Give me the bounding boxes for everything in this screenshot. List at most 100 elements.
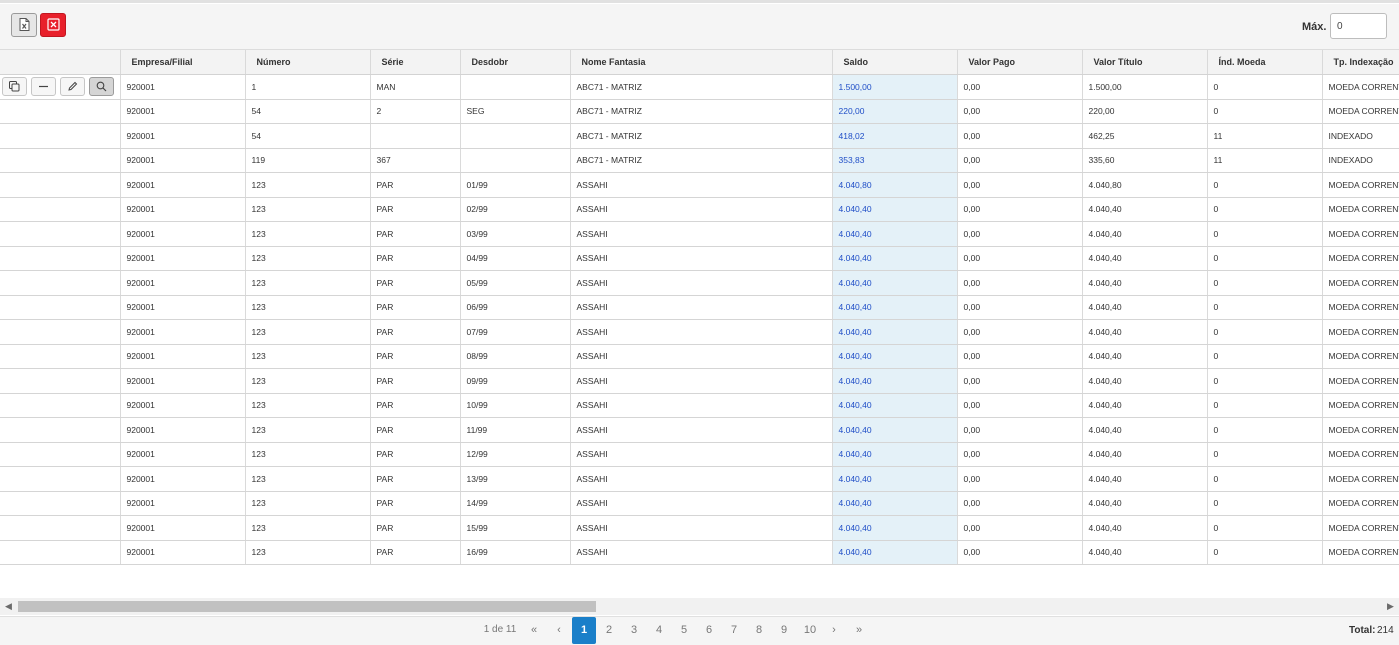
search-icon bbox=[96, 81, 107, 92]
page-button-2[interactable]: 2 bbox=[600, 617, 618, 643]
scroll-right-icon[interactable]: ▶ bbox=[1387, 601, 1394, 612]
row-actions-cell bbox=[0, 74, 121, 100]
cell-serie: PAR bbox=[370, 172, 461, 198]
cell-desdobr: 13/99 bbox=[460, 466, 571, 492]
table-row[interactable]: 920001 123 PAR 07/99 ASSAHI 4.040,40 0,00 4.040… bbox=[0, 319, 1399, 345]
cell-nome-fantasia: ASSAHI bbox=[570, 515, 833, 541]
cell-tp-indexacao: MOEDA CORRENTE bbox=[1322, 319, 1399, 345]
prev-page-button[interactable]: ‹ bbox=[551, 617, 567, 643]
col-header-empresa-filial[interactable]: Empresa/Filial bbox=[120, 50, 246, 75]
table-row[interactable]: 920001 119 367 ABC71 - MATRIZ 353,83 0,00 335,… bbox=[0, 148, 1399, 173]
table-row[interactable]: 920001 123 PAR 08/99 ASSAHI 4.040,40 0,00 4.040… bbox=[0, 344, 1399, 369]
cell-numero: 1 bbox=[245, 74, 371, 100]
cell-tp-indexacao: MOEDA CORRENTE bbox=[1322, 540, 1399, 565]
table-row[interactable]: 920001 123 PAR 16/99 ASSAHI 4.040,40 0,00 4.040… bbox=[0, 540, 1399, 565]
export-excel-button[interactable] bbox=[11, 13, 37, 37]
edit-row-button[interactable] bbox=[60, 77, 85, 97]
page-button-7[interactable]: 7 bbox=[725, 617, 743, 643]
cell-empresa-filial: 920001 bbox=[120, 368, 246, 394]
cell-desdobr: 05/99 bbox=[460, 270, 571, 296]
table-row[interactable]: 920001 123 PAR 04/99 ASSAHI 4.040,40 0,00 4.040… bbox=[0, 246, 1399, 271]
horizontal-scrollbar[interactable]: ◀ ▶ bbox=[0, 598, 1399, 615]
page-button-3[interactable]: 3 bbox=[625, 617, 643, 643]
table-row[interactable]: 920001 123 PAR 02/99 ASSAHI 4.040,40 0,00 4.040… bbox=[0, 197, 1399, 222]
cell-numero: 123 bbox=[245, 270, 371, 296]
table-row[interactable]: 920001 123 PAR 01/99 ASSAHI 4.040,80 0,00 4.040… bbox=[0, 172, 1399, 198]
cell-valor-titulo: 4.040,40 bbox=[1082, 368, 1208, 394]
cell-serie: PAR bbox=[370, 540, 461, 565]
row-actions-cell bbox=[0, 442, 121, 467]
col-header-valor-titulo[interactable]: Valor Título bbox=[1082, 50, 1208, 75]
page-button-4[interactable]: 4 bbox=[650, 617, 668, 643]
view-row-button[interactable] bbox=[89, 77, 114, 97]
table-row[interactable]: 920001 123 PAR 06/99 ASSAHI 4.040,40 0,00 4.040… bbox=[0, 295, 1399, 320]
cell-valor-titulo: 4.040,40 bbox=[1082, 270, 1208, 296]
scrollbar-thumb[interactable] bbox=[18, 601, 596, 612]
page-button-8[interactable]: 8 bbox=[750, 617, 768, 643]
row-actions-cell bbox=[0, 221, 121, 247]
col-header-ind-moeda[interactable]: Índ. Moeda bbox=[1207, 50, 1323, 75]
col-header-nome-fantasia[interactable]: Nome Fantasia bbox=[570, 50, 833, 75]
row-actions-cell bbox=[0, 491, 121, 516]
col-header-saldo[interactable]: Saldo bbox=[832, 50, 958, 75]
row-actions-cell bbox=[0, 99, 121, 124]
table-row[interactable]: 920001 123 PAR 12/99 ASSAHI 4.040,40 0,00 4.040… bbox=[0, 442, 1399, 467]
cell-empresa-filial: 920001 bbox=[120, 344, 246, 369]
table-row[interactable]: 920001 123 PAR 09/99 ASSAHI 4.040,40 0,00 4.040… bbox=[0, 368, 1399, 394]
scroll-left-icon[interactable]: ◀ bbox=[5, 601, 12, 612]
cell-tp-indexacao: INDEXADO bbox=[1322, 148, 1399, 173]
cell-tp-indexacao: MOEDA CORRENTE bbox=[1322, 197, 1399, 222]
table-row[interactable]: 920001 123 PAR 11/99 ASSAHI 4.040,40 0,00 4.040… bbox=[0, 417, 1399, 443]
cell-numero: 123 bbox=[245, 295, 371, 320]
col-header-valor-pago[interactable]: Valor Pago bbox=[957, 50, 1083, 75]
cell-numero: 123 bbox=[245, 393, 371, 418]
first-page-button[interactable]: « bbox=[526, 617, 542, 643]
page-button-10[interactable]: 10 bbox=[799, 617, 821, 643]
cell-numero: 123 bbox=[245, 172, 371, 198]
cell-valor-titulo: 1.500,00 bbox=[1082, 74, 1208, 100]
cell-empresa-filial: 920001 bbox=[120, 466, 246, 492]
col-header-numero[interactable]: Número bbox=[245, 50, 371, 75]
page-button-5[interactable]: 5 bbox=[675, 617, 693, 643]
cell-nome-fantasia: ASSAHI bbox=[570, 319, 833, 345]
cell-empresa-filial: 920001 bbox=[120, 99, 246, 124]
delete-row-button[interactable] bbox=[31, 77, 56, 97]
page-button-9[interactable]: 9 bbox=[775, 617, 793, 643]
col-header-tp-indexacao[interactable]: Tp. Indexação bbox=[1322, 50, 1399, 75]
table-row[interactable]: 920001 123 PAR 10/99 ASSAHI 4.040,40 0,00 4.040… bbox=[0, 393, 1399, 418]
cell-numero: 123 bbox=[245, 491, 371, 516]
table-row[interactable]: 920001 123 PAR 05/99 ASSAHI 4.040,40 0,00 4.040… bbox=[0, 270, 1399, 296]
cell-desdobr bbox=[460, 148, 571, 173]
duplicate-row-button[interactable] bbox=[2, 77, 27, 97]
cell-numero: 123 bbox=[245, 221, 371, 247]
cell-nome-fantasia: ABC71 - MATRIZ bbox=[570, 123, 833, 149]
table-row[interactable]: 920001 54 2 SEG ABC71 - MATRIZ 220,00 0,00 220,… bbox=[0, 99, 1399, 124]
table-row[interactable]: 920001 123 PAR 13/99 ASSAHI 4.040,40 0,00 4.040… bbox=[0, 466, 1399, 492]
cell-empresa-filial: 920001 bbox=[120, 442, 246, 467]
page-button-1[interactable]: 1 bbox=[572, 617, 596, 644]
table-body: 920001 1 MAN ABC71 - MATRIZ 1.500,00 0,00 1.50… bbox=[0, 74, 1399, 565]
cell-saldo: 4.040,40 bbox=[832, 270, 958, 296]
last-page-button[interactable]: » bbox=[851, 617, 867, 643]
max-input[interactable] bbox=[1330, 13, 1387, 39]
table-row[interactable]: 920001 54 ABC71 - MATRIZ 418,02 0,00 462,25 11… bbox=[0, 123, 1399, 149]
excel-export-icon bbox=[18, 17, 30, 33]
cell-valor-pago: 0,00 bbox=[957, 344, 1083, 369]
table-row[interactable]: 920001 1 MAN ABC71 - MATRIZ 1.500,00 0,00 1.50… bbox=[0, 74, 1399, 100]
table-row[interactable]: 920001 123 PAR 15/99 ASSAHI 4.040,40 0,00 4.040… bbox=[0, 515, 1399, 541]
table-row[interactable]: 920001 123 PAR 03/99 ASSAHI 4.040,40 0,00 4.040… bbox=[0, 221, 1399, 247]
cell-valor-pago: 0,00 bbox=[957, 99, 1083, 124]
cell-valor-titulo: 4.040,40 bbox=[1082, 442, 1208, 467]
next-page-button[interactable]: › bbox=[826, 617, 842, 643]
cell-valor-pago: 0,00 bbox=[957, 393, 1083, 418]
col-header-desdobr[interactable]: Desdobr bbox=[460, 50, 571, 75]
cell-numero: 123 bbox=[245, 417, 371, 443]
close-grid-icon bbox=[46, 17, 60, 33]
cell-ind-moeda: 0 bbox=[1207, 270, 1323, 296]
table-row[interactable]: 920001 123 PAR 14/99 ASSAHI 4.040,40 0,00 4.040… bbox=[0, 491, 1399, 516]
cell-valor-titulo: 4.040,40 bbox=[1082, 295, 1208, 320]
close-grid-button[interactable] bbox=[40, 13, 66, 37]
col-header-serie[interactable]: Série bbox=[370, 50, 461, 75]
cell-empresa-filial: 920001 bbox=[120, 417, 246, 443]
page-button-6[interactable]: 6 bbox=[700, 617, 718, 643]
